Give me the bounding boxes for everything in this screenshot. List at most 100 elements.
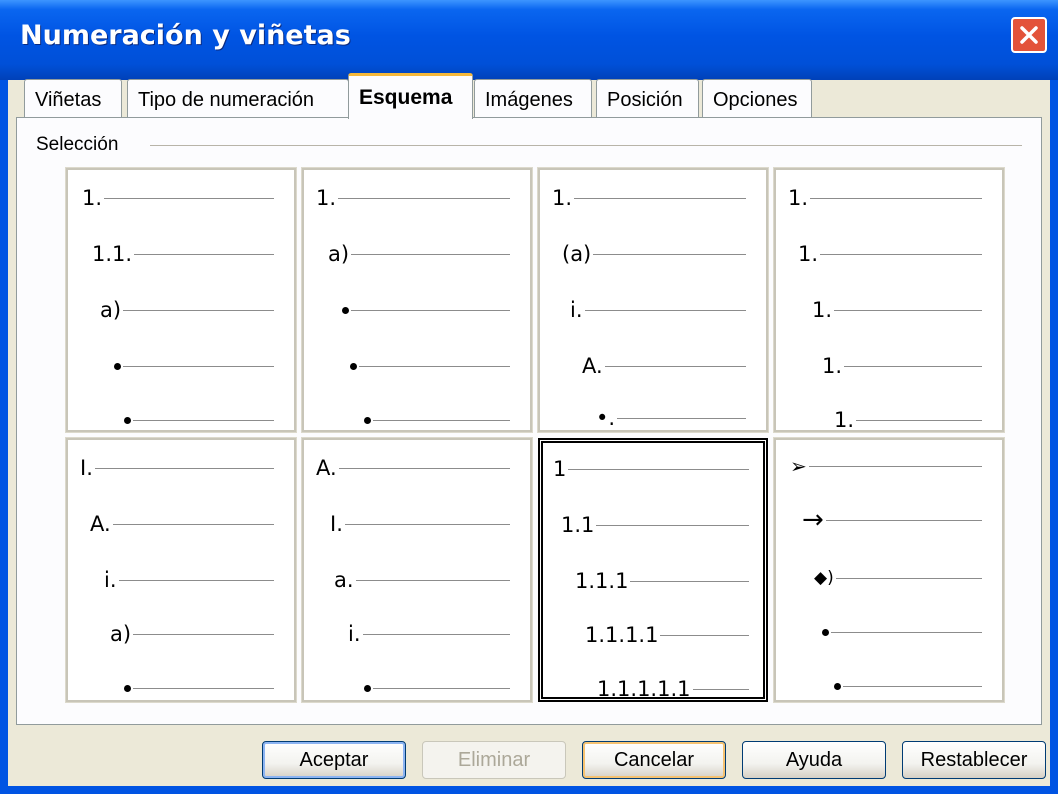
level-label: 1. [812, 298, 833, 322]
level-row: A. [316, 454, 510, 482]
level-label: 1.1. [92, 242, 133, 266]
level-line [831, 631, 982, 633]
level-label: 1.1 [561, 513, 595, 537]
level-line [574, 197, 746, 199]
level-row: 1.1.1 [575, 567, 749, 595]
level-label: 1. [82, 186, 103, 210]
level-label: i. [348, 622, 361, 646]
level-row [834, 672, 982, 700]
cancel-button[interactable]: Cancelar [582, 741, 726, 779]
level-row: 1. [82, 184, 274, 212]
level-line [820, 253, 982, 255]
outline-option-6[interactable]: A. I. a. i. [301, 437, 533, 703]
level-label: 1. [822, 354, 843, 378]
level-row [342, 296, 510, 324]
level-row: a. [334, 566, 510, 594]
close-button[interactable] [1011, 17, 1047, 53]
outline-option-4[interactable]: 1. 1. 1. 1. 1. [773, 167, 1005, 433]
level-line [351, 309, 510, 311]
level-row [364, 406, 510, 434]
remove-button[interactable]: Eliminar [422, 741, 566, 779]
reset-button[interactable]: Restablecer [902, 741, 1046, 779]
tab-imagenes[interactable]: Imágenes [474, 79, 592, 117]
level-label: 1. [552, 186, 573, 210]
help-button[interactable]: Ayuda [742, 741, 886, 779]
level-row: 1 [553, 455, 749, 483]
level-row: •. [596, 404, 746, 432]
level-label: •. [596, 406, 616, 430]
arrow-bullet-icon: → [802, 505, 824, 535]
level-row: i. [570, 296, 746, 324]
diamond-bullet-icon: ◆) [814, 568, 834, 588]
outline-option-5[interactable]: I. A. i. a) [65, 437, 297, 703]
window-title: Numeración y viñetas [20, 20, 351, 51]
level-row: 1. [788, 184, 982, 212]
level-line [123, 365, 274, 367]
bullet-icon [834, 682, 841, 690]
level-line [355, 579, 510, 581]
level-label: 1. [834, 408, 855, 432]
level-line [808, 465, 982, 467]
bullet-icon [350, 362, 357, 370]
level-row: 1. [552, 184, 746, 212]
level-line [351, 253, 510, 255]
bullet-icon [342, 306, 349, 314]
level-label: A. [316, 456, 337, 480]
level-row: a) [100, 296, 274, 324]
outline-option-8[interactable]: ➢ → ◆) [773, 437, 1005, 703]
tab-esquema[interactable]: Esquema [348, 73, 473, 119]
level-label: 1.1.1.1.1 [597, 677, 691, 701]
level-line [568, 468, 749, 470]
selection-group-divider [150, 145, 1022, 146]
selection-group-label: Selección [36, 134, 127, 156]
outline-option-2[interactable]: 1. a) [301, 167, 533, 434]
level-line [344, 523, 510, 525]
level-row: 1.1. [92, 240, 274, 268]
level-label: 1.1.1.1 [585, 623, 659, 647]
bullet-icon [114, 362, 121, 370]
level-line [133, 419, 274, 421]
level-row: 1.1.1.1.1 [597, 675, 749, 703]
level-line [118, 579, 274, 581]
arrowhead-bullet-icon: ➢ [790, 454, 807, 478]
level-line [630, 580, 749, 582]
bullet-icon [822, 628, 829, 636]
title-bar[interactable]: Numeración y viñetas [0, 0, 1058, 80]
window-frame-right [1050, 80, 1058, 794]
level-line [843, 685, 982, 687]
level-label: 1. [788, 186, 809, 210]
level-line [834, 309, 982, 311]
bullet-icon [124, 416, 131, 424]
outline-option-1[interactable]: 1. 1.1. a) [65, 167, 297, 433]
tab-vinetas[interactable]: Viñetas [24, 79, 122, 117]
level-line [123, 309, 274, 311]
outline-option-7[interactable]: 1 1.1 1.1.1 1.1.1.1 1.1.1.1.1 [538, 438, 768, 702]
level-label: a) [100, 298, 122, 322]
level-row: I. [80, 454, 274, 482]
level-label: I. [330, 512, 343, 536]
level-line [133, 633, 274, 635]
level-row: A. [90, 510, 274, 538]
outline-option-3[interactable]: 1. (a) i. A. •. [537, 167, 769, 433]
level-row: ◆) [814, 564, 982, 592]
tab-posicion[interactable]: Posición [596, 79, 699, 117]
level-row [124, 674, 274, 702]
level-row: 1. [812, 296, 982, 324]
level-line [94, 467, 274, 469]
tab-opciones[interactable]: Opciones [702, 79, 812, 117]
tab-tipo-de-numeracion[interactable]: Tipo de numeración [127, 79, 349, 117]
level-line [617, 417, 746, 419]
window-frame-left [0, 80, 8, 794]
level-row: 1.1 [561, 511, 749, 539]
level-label: 1.1.1 [575, 569, 629, 593]
window-frame-bottom [0, 786, 1058, 794]
level-line [835, 577, 982, 579]
bullet-icon [124, 684, 131, 692]
level-line [604, 365, 746, 367]
level-row: 1. [316, 184, 510, 212]
ok-button[interactable]: Aceptar [262, 741, 406, 779]
level-label: A. [90, 512, 111, 536]
level-line [373, 419, 510, 421]
level-row: A. [582, 352, 746, 380]
level-label: a) [110, 622, 132, 646]
